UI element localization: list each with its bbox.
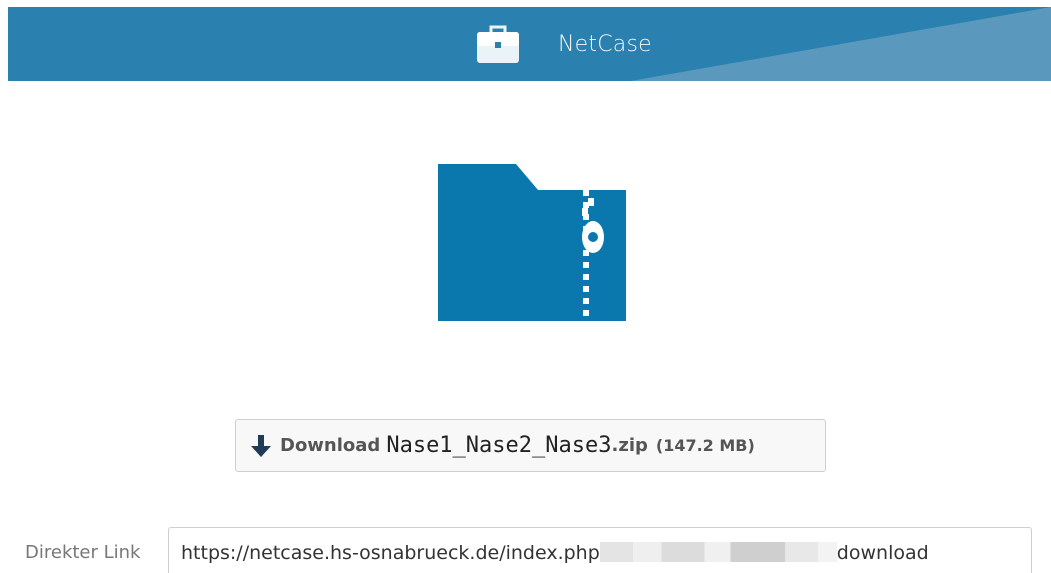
link-url-suffix: download [836,542,929,564]
download-label: Download [280,435,381,456]
direct-link-label: Direkter Link [25,542,141,563]
file-extension: .zip [611,435,648,456]
file-size: (147.2 MB) [655,436,755,455]
app-name: NetCase [558,31,652,57]
zip-folder-icon [438,164,626,321]
download-button[interactable]: Download Nase1_Nase2_Nase3 .zip (147.2 M… [235,419,826,472]
download-arrow-icon [250,434,272,458]
link-url-prefix: https://netcase.hs-osnabrueck.de/index.p… [181,542,600,564]
briefcase-icon [462,19,534,69]
file-name: Nase1_Nase2_Nase3 [386,433,612,458]
redacted-url-part [599,542,837,562]
app-header: NetCase [8,7,1051,81]
header-decoration [631,7,1051,81]
brand[interactable]: NetCase [462,16,652,72]
direct-link-field[interactable]: https://netcase.hs-osnabrueck.de/index.p… [168,527,1032,573]
